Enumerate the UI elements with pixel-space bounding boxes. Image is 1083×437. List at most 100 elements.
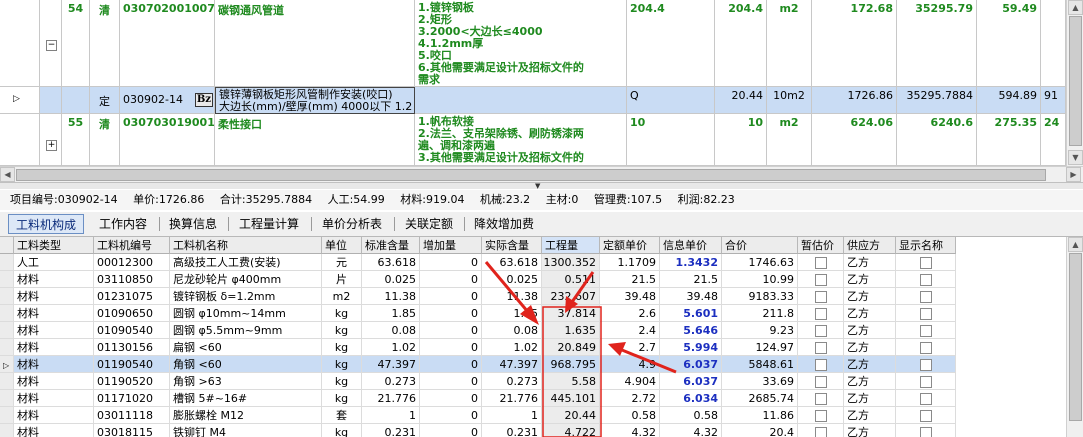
top-cell-qty[interactable]: 20.44 xyxy=(715,87,767,114)
cell-info-price[interactable]: 0.58 xyxy=(660,407,722,424)
cell-type[interactable]: 材料 xyxy=(14,407,94,424)
cell-info-price[interactable]: 1.3432 xyxy=(660,254,722,271)
cell-unit[interactable]: kg xyxy=(322,356,362,373)
row-selector[interactable] xyxy=(0,271,14,288)
top-cell-extra[interactable]: 275.35 xyxy=(977,114,1041,166)
cell-add[interactable]: 0 xyxy=(420,288,482,305)
cell-supplier[interactable]: 乙方 xyxy=(844,339,896,356)
top-cell-price[interactable]: 624.06 xyxy=(812,114,897,166)
cell-type[interactable]: 材料 xyxy=(14,305,94,322)
scroll-up-arrow-icon[interactable]: ▲ xyxy=(1068,237,1083,252)
cell-type[interactable]: 材料 xyxy=(14,271,94,288)
cell-code[interactable]: 03018115 xyxy=(94,424,170,437)
cell-qty[interactable]: 37.814 xyxy=(542,305,600,322)
checkbox[interactable] xyxy=(919,359,932,371)
cell-type[interactable]: 材料 xyxy=(14,322,94,339)
cell-quota-price[interactable]: 4.9 xyxy=(600,356,660,373)
top-cell-unit[interactable]: 10m2 xyxy=(767,87,812,114)
scroll-up-arrow-icon[interactable]: ▲ xyxy=(1068,0,1083,15)
cell-info-price[interactable]: 5.646 xyxy=(660,322,722,339)
cell-name[interactable]: 尼龙砂轮片 φ400mm xyxy=(170,271,322,288)
show-name-checkbox[interactable] xyxy=(896,271,956,288)
collapse-icon[interactable]: − xyxy=(46,40,57,51)
cell-code[interactable]: 01190540 xyxy=(94,356,170,373)
cell-actual[interactable]: 11.38 xyxy=(482,288,542,305)
cell-amount[interactable]: 1746.63 xyxy=(722,254,798,271)
cell-name[interactable]: 高级技工人工费(安装) xyxy=(170,254,322,271)
tab-material-composition[interactable]: 工料机构成 xyxy=(8,214,84,234)
checkbox[interactable] xyxy=(919,342,932,354)
tab-efficiency-surcharge[interactable]: 降效增加费 xyxy=(468,214,540,234)
cell-add[interactable]: 0 xyxy=(420,356,482,373)
scrollbar-thumb[interactable] xyxy=(1069,253,1082,421)
row-selector[interactable] xyxy=(0,407,14,424)
cell-qty[interactable]: 5.58 xyxy=(542,373,600,390)
cell-info-price[interactable]: 5.601 xyxy=(660,305,722,322)
cell-add[interactable]: 0 xyxy=(420,373,482,390)
checkbox[interactable] xyxy=(814,274,827,286)
cell-amount[interactable]: 11.86 xyxy=(722,407,798,424)
cell-std[interactable]: 11.38 xyxy=(362,288,420,305)
cell-actual[interactable]: 1 xyxy=(482,407,542,424)
top-cell-price[interactable]: 1726.86 xyxy=(812,87,897,114)
cell-actual[interactable]: 0.273 xyxy=(482,373,542,390)
row-expander[interactable] xyxy=(40,87,62,114)
cell-unit[interactable]: kg xyxy=(322,424,362,437)
cell-code[interactable]: 03011118 xyxy=(94,407,170,424)
cell-actual[interactable]: 63.618 xyxy=(482,254,542,271)
column-header-actual[interactable]: 实际含量 xyxy=(482,237,542,254)
cell-code[interactable]: 01190520 xyxy=(94,373,170,390)
provisional-price-checkbox[interactable] xyxy=(798,356,844,373)
column-header-amount[interactable]: 合价 xyxy=(722,237,798,254)
checkbox[interactable] xyxy=(919,325,932,337)
top-cell-total[interactable]: 35295.7884 xyxy=(897,87,977,114)
row-selector[interactable]: ▷ xyxy=(0,87,40,114)
cell-unit[interactable]: kg xyxy=(322,373,362,390)
top-cell-extra[interactable]: 594.89 xyxy=(977,87,1041,114)
column-header-supplier[interactable]: 供应方 xyxy=(844,237,896,254)
cell-std[interactable]: 1.85 xyxy=(362,305,420,322)
cell-quota-price[interactable]: 4.32 xyxy=(600,424,660,437)
top-cell-price[interactable]: 172.68 xyxy=(812,0,897,87)
cell-amount[interactable]: 2685.74 xyxy=(722,390,798,407)
cell-actual[interactable]: 47.397 xyxy=(482,356,542,373)
cell-unit[interactable]: kg xyxy=(322,322,362,339)
cell-unit[interactable]: m2 xyxy=(322,288,362,305)
checkbox[interactable] xyxy=(814,376,827,388)
cell-name[interactable]: 扁钢 <60 xyxy=(170,339,322,356)
provisional-price-checkbox[interactable] xyxy=(798,390,844,407)
cell-info-price[interactable]: 39.48 xyxy=(660,288,722,305)
cell-type[interactable]: 材料 xyxy=(14,288,94,305)
top-cell-name[interactable]: 镀锌薄钢板矩形风管制作安装(咬口) 大边长(mm)/壁厚(mm) 4000以下 … xyxy=(215,87,415,114)
cell-std[interactable]: 21.776 xyxy=(362,390,420,407)
top-cell-qty[interactable]: 204.4 xyxy=(715,0,767,87)
pane-splitter[interactable]: ▼ xyxy=(0,182,1083,190)
cell-name[interactable]: 膨胀螺栓 M12 xyxy=(170,407,322,424)
cell-qty[interactable]: 968.795 xyxy=(542,356,600,373)
cell-std[interactable]: 0.273 xyxy=(362,373,420,390)
column-header-add[interactable]: 增加量 xyxy=(420,237,482,254)
checkbox[interactable] xyxy=(919,393,932,405)
cell-name[interactable]: 镀锌钢板 δ=1.2mm xyxy=(170,288,322,305)
column-header-name[interactable]: 工料机名称 xyxy=(170,237,322,254)
cell-add[interactable]: 0 xyxy=(420,305,482,322)
show-name-checkbox[interactable] xyxy=(896,339,956,356)
material-composition-grid[interactable]: 工料类型 工料机编号 工料机名称 单位 标准含量 增加量 实际含量 工程量 定额单价 信息单价 合价… xyxy=(0,237,1066,437)
show-name-checkbox[interactable] xyxy=(896,254,956,271)
column-header-quota-price[interactable]: 定额单价 xyxy=(600,237,660,254)
cell-actual[interactable]: 0.025 xyxy=(482,271,542,288)
cell-add[interactable]: 0 xyxy=(420,390,482,407)
scrollbar-thumb[interactable] xyxy=(1069,16,1082,146)
column-header-est[interactable]: 暂估价 xyxy=(798,237,844,254)
cell-supplier[interactable]: 乙方 xyxy=(844,424,896,437)
cell-actual[interactable]: 0.08 xyxy=(482,322,542,339)
checkbox[interactable] xyxy=(814,291,827,303)
cell-qty[interactable]: 20.44 xyxy=(542,407,600,424)
cell-code[interactable]: 00012300 xyxy=(94,254,170,271)
top-cell-desc[interactable]: 1.帆布软接 2.法兰、支吊架除锈、刷防锈漆两 遍、调和漆两遍 3.其他需要满足… xyxy=(415,114,627,166)
provisional-price-checkbox[interactable] xyxy=(798,407,844,424)
top-horizontal-scrollbar[interactable]: ◀ ▶ xyxy=(0,166,1083,183)
top-cell-code[interactable]: 030702001007 xyxy=(120,0,215,87)
show-name-checkbox[interactable] xyxy=(896,373,956,390)
row-expander[interactable]: + xyxy=(40,114,62,166)
